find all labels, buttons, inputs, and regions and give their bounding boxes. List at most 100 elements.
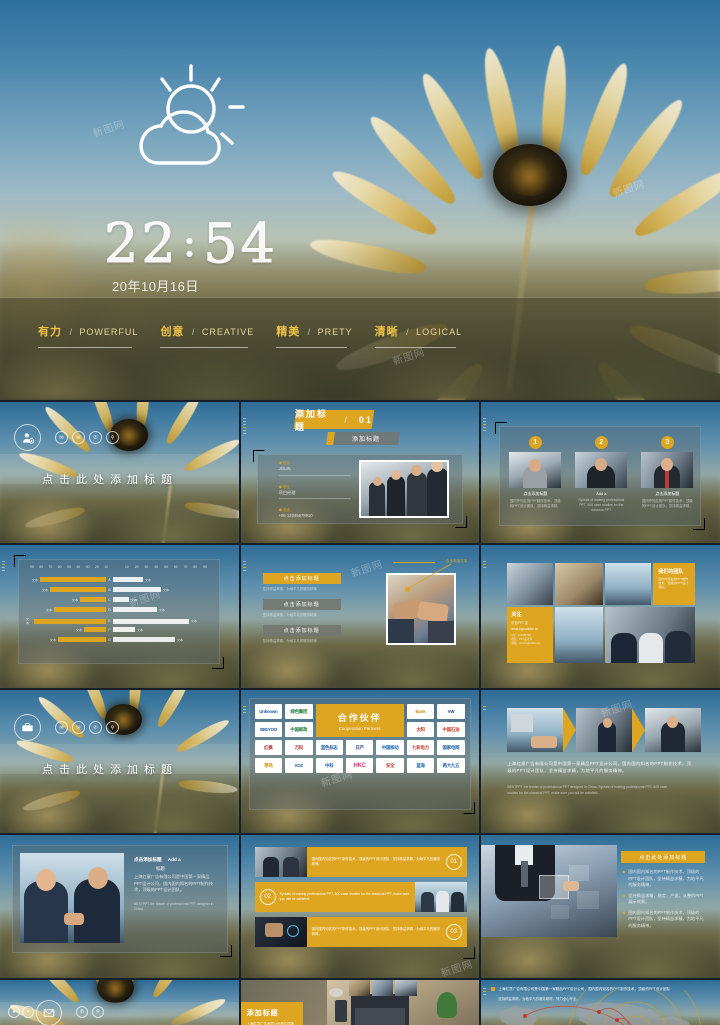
partner-logo: 绿色集团 xyxy=(285,704,313,719)
slide11-item[interactable]: 国内国内知名的PPT制作技术，顶级的PPT设计团队，坚持精益求精，为地平凡的服务… xyxy=(254,917,467,947)
location-pin-icon[interactable]: ⚲ xyxy=(106,431,119,444)
card-body: Syntals of making professional PPT, 500 … xyxy=(578,498,625,513)
nav-item-prety[interactable]: 精美 / PRETY xyxy=(276,322,352,350)
slide5-items: 点击添加标题 坚持精益求精，为地平凡的服务精神 点击添加标题 坚持精益求精，为地… xyxy=(262,573,341,644)
location-pin-icon[interactable]: ⚲ xyxy=(106,721,119,734)
item-number: 03 xyxy=(445,924,462,940)
team-card[interactable]: 1 点击添加标题 国内外知名的PPT制作技术，顶级的PPT设计团队，坚持精益求精… xyxy=(509,436,562,513)
slide12-photo xyxy=(481,845,618,937)
slide2-badge-tab xyxy=(325,432,335,445)
nav-label-cn: 精美 xyxy=(276,326,301,338)
nav-item-logical[interactable]: 清晰 / LOGICAL xyxy=(374,322,463,350)
envelope-icon[interactable]: ✉ xyxy=(55,721,68,734)
bullet-item: 国内国内知名的PPT制作技术，顶级的PPT设计团队，坚持精益求精，为地平凡的服务… xyxy=(623,869,707,889)
nav-separator: / xyxy=(69,327,72,337)
slide-thumbnail-1[interactable]: ✉ ✉ ✆ ⚲ 点击此处添加标题 xyxy=(0,402,239,543)
slide15-headline-row: 上海红意广告有限公司是中国第一家精品PPT设计公司，国内国内知名的PPT制作技术… xyxy=(491,986,710,992)
nav-label-en: LOGICAL xyxy=(416,327,463,337)
clock-time: 22:54 xyxy=(104,212,278,276)
nav-item-powerful[interactable]: 有力 / POWERFUL xyxy=(38,322,138,350)
partner-logo: HKC xyxy=(345,758,374,773)
slide-thumbnail-2[interactable]: 添加标题 / 01 添加标题 ◆ 姓名 JOLIN ◆ 职位 项目经理 ◆ 电话… xyxy=(240,402,480,543)
partner-logo: 红枫 xyxy=(254,740,283,755)
nav-item-creative[interactable]: 创意 / CREATIVE xyxy=(160,322,254,350)
slide5-item[interactable]: 点击添加标题 坚持精益求精，为地平凡的服务精神 xyxy=(262,573,341,592)
nav-underline xyxy=(276,347,347,348)
slide-thumbnail-14[interactable]: 添加标题 上海红意广告有限公司是中国第一家 xyxy=(240,980,480,1025)
card-photo xyxy=(509,452,562,488)
clock-colon: : xyxy=(182,220,200,267)
item-body: 国内国内知名的PPT制作技术，顶级的PPT设计团队，坚持精益求精，为地平凡的服务… xyxy=(311,926,441,936)
mail-icon[interactable]: ✉ xyxy=(72,721,85,734)
field-role: ◆ 职位 项目经理 xyxy=(278,484,351,499)
slide-thumbnail-5[interactable]: 点击添加文本 点击添加标题 坚持精益求精，为地平凡的服务精神 点击添加标题 坚持… xyxy=(240,545,480,688)
phone-icon[interactable]: ✆ xyxy=(76,1006,88,1018)
slide2-title: 添加标题 xyxy=(294,408,328,432)
clock-minutes: 54 xyxy=(203,212,278,276)
item-number: 02 xyxy=(259,889,276,905)
briefcase-icon[interactable] xyxy=(14,714,41,741)
slide-thumbnail-13[interactable]: ● ▪ ✆ ⚲ 点击此处添加标题 xyxy=(0,980,239,1025)
partner-logo: 太阳 xyxy=(406,722,435,737)
slide2-title-badge: 添加标题 / 01 xyxy=(293,408,374,432)
briefcase-icon[interactable]: ▪ xyxy=(22,1006,34,1018)
top-photo-strip xyxy=(348,980,417,996)
slide-thumbnail-7[interactable]: ✉ ✉ ✆ ⚲ 点击此处添加标题 xyxy=(0,690,239,833)
user-add-icon[interactable] xyxy=(14,424,41,451)
partner-logo: 中国石油 xyxy=(437,722,465,737)
slide-row-4: 点击添加标题 Add a 标题 上海红意广告有限公司是中国第一家精品PPT设计公… xyxy=(0,835,720,978)
slide-thumbnail-11[interactable]: 国内国内知名的PPT制作技术，顶级的PPT设计团队，坚持精益求精，为地平凡的服务… xyxy=(240,835,480,978)
team-card[interactable]: 3 点击添加标题 国内外知名的PPT制作技术，顶级的PPT设计团队，坚持精益求精… xyxy=(641,436,694,513)
user-icon[interactable]: ● xyxy=(8,1006,20,1018)
slide-thumbnail-3[interactable]: 1 点击添加标题 国内外知名的PPT制作技术，顶级的PPT设计团队，坚持精益求精… xyxy=(481,402,720,543)
partner-logo-grid: Unknown 绿色集团 合作伙伴 Cooperation Partners B… xyxy=(254,704,465,773)
card-body: 国内外知名的PPT制作技术，顶级的PPT设计团队，坚持精益求精。 xyxy=(509,499,561,509)
hero-cover-slide: 22:54 20年10月16日 有力 / POWERFUL 创意 / CREAT… xyxy=(0,0,720,400)
envelope-icon[interactable]: ✉ xyxy=(55,431,68,444)
mail-icon[interactable]: ✉ xyxy=(72,431,85,444)
bullet-item: 国内国内知名的PPT制作技术，顶级的PPT设计团队，坚持精益求精，为地平凡的服务… xyxy=(623,910,707,930)
ppt-template-preview-page: 22:54 20年10月16日 有力 / POWERFUL 创意 / CREAT… xyxy=(0,0,720,1025)
location-pin-icon[interactable]: ⚲ xyxy=(92,1006,104,1018)
phone-icon[interactable]: ✆ xyxy=(89,431,102,444)
slide9-photo-strip xyxy=(507,708,702,752)
partner-logo: VW xyxy=(437,704,465,719)
nav-label-cn: 清晰 xyxy=(374,326,399,338)
slide12-title: 点击此处添加标题 xyxy=(621,851,706,863)
hero-date: 20年10月16日 xyxy=(112,279,199,294)
slide-thumbnail-8[interactable]: Unknown 绿色集团 合作伙伴 Cooperation Partners B… xyxy=(240,690,480,833)
slide-edge-ticks xyxy=(242,418,246,436)
slide-thumbnail-12[interactable]: 点击此处添加标题 国内国内知名的PPT制作技术，顶级的PPT设计团队，坚持精益求… xyxy=(481,835,720,978)
slide12-bullets: 国内国内知名的PPT制作技术，顶级的PPT设计团队，坚持精益求精，为地平凡的服务… xyxy=(623,869,707,929)
slide2-number: 01 xyxy=(358,414,373,425)
partner-logo: 中国移动 xyxy=(376,740,404,755)
slide5-item[interactable]: 点击添加标题 坚持精益求精，为地平凡的服务精神 xyxy=(262,599,341,618)
slide-thumbnail-10[interactable]: 点击添加标题 Add a 标题 上海红意广告有限公司是中国第一家精品PPT设计公… xyxy=(0,835,239,978)
slide-thumbnail-15[interactable]: 上海红意广告有限公司是中国第一家精品PPT设计公司，国内国内知名的PPT制作技术… xyxy=(481,980,720,1025)
partner-logo: 草鸡 xyxy=(254,758,283,773)
partner-logo: 蓝色标志 xyxy=(315,740,343,755)
slide11-item[interactable]: 国内国内知名的PPT制作技术，顶级的PPT设计团队，坚持精益求精，为地平凡的服务… xyxy=(254,847,467,877)
partner-logo: 安全 xyxy=(376,758,404,773)
partner-logo: 蓝海 xyxy=(406,758,435,773)
partner-logo: 中国邮政 xyxy=(285,722,313,737)
slide5-item[interactable]: 点击添加标题 坚持精益求精，为地平凡的服务精神 xyxy=(262,625,341,644)
card-number: 3 xyxy=(660,436,674,449)
partner-logo: 七彩电力 xyxy=(406,740,435,755)
slide-title: 点击此处添加标题 xyxy=(42,764,178,776)
slide-thumbnail-4[interactable]: 90 80 70 60 50 40 30 20 10 10 20 30 40 50 60 70 80 90 文本… xyxy=(0,545,239,688)
nav-label-cn: 有力 xyxy=(38,326,62,338)
partner-logo: SEEYOO xyxy=(254,722,283,737)
phone-icon[interactable]: ✆ xyxy=(89,721,102,734)
slide-thumbnail-6[interactable]: 我们的团队 国内外知名的PPT制作技术，顶级的PPT设计团队。 关注 紅色PPT… xyxy=(481,545,720,688)
envelope-icon[interactable] xyxy=(36,1000,62,1025)
bullet-item: 坚持精益求精，稳定、产速，从整的PPT展示效果。 xyxy=(623,893,707,906)
slide14-title-card: 添加标题 上海红意广告有限公司是中国第一家 xyxy=(240,1002,303,1025)
item-number: 01 xyxy=(445,854,462,870)
slide-thumbnail-9[interactable]: 上海红意广告有限公司是中国第一家精品PPT设计公司，国内国内知名的PPT制作技术… xyxy=(481,690,720,833)
team-card[interactable]: 2 Add a Syntals of making professional P… xyxy=(575,436,628,513)
nav-label-en: POWERFUL xyxy=(79,327,139,337)
nav-underline xyxy=(160,347,249,348)
slide2-photo xyxy=(358,460,449,518)
slide11-item[interactable]: 02 Syntals of making professional PPT, 5… xyxy=(254,882,467,912)
